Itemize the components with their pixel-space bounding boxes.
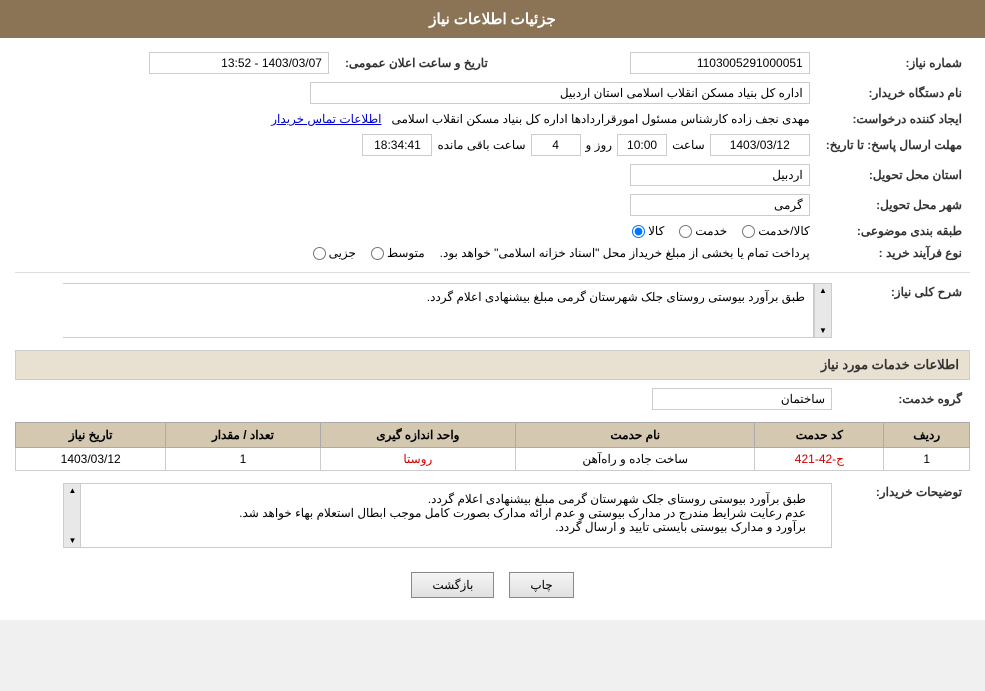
col-header-code: کد حدمت bbox=[755, 423, 884, 448]
purchase-type-jozi-input[interactable] bbox=[313, 247, 326, 260]
comment-scroll-up-icon[interactable]: ▲ bbox=[69, 486, 77, 495]
city-value: گرمی bbox=[630, 194, 810, 216]
service-group-value: ساختمان bbox=[652, 388, 832, 410]
description-scrollbar[interactable]: ▲ ▼ bbox=[814, 283, 832, 338]
button-row: چاپ بازگشت bbox=[15, 560, 970, 610]
col-header-row: ردیف bbox=[884, 423, 970, 448]
category-kala-label: کالا bbox=[648, 224, 664, 238]
purchase-type-motavaset-input[interactable] bbox=[371, 247, 384, 260]
category-radio-khadamat-input[interactable] bbox=[679, 225, 692, 238]
description-table: شرح کلی نیاز: ▲ ▼ طبق برآورد بیوستی روست… bbox=[15, 279, 970, 342]
col-header-name: نام حدمت bbox=[516, 423, 755, 448]
cell-date: 1403/03/12 bbox=[16, 448, 166, 471]
services-section-header: اطلاعات خدمات مورد نیاز bbox=[15, 350, 970, 380]
cell-quantity: 1 bbox=[166, 448, 320, 471]
purchase-type-jozi[interactable]: جزیی bbox=[313, 246, 356, 260]
scroll-up-icon[interactable]: ▲ bbox=[819, 286, 827, 295]
category-label: طبقه بندی موضوعی: bbox=[818, 220, 970, 242]
col-header-unit: واحد اندازه گیری bbox=[320, 423, 516, 448]
table-row: 1 ج-42-421 ساخت جاده و راه‌آهن روستا 1 1… bbox=[16, 448, 970, 471]
purchase-type-group: پرداخت تمام یا بخشی از مبلغ خریداز محل "… bbox=[23, 246, 810, 260]
cell-name: ساخت جاده و راه‌آهن bbox=[516, 448, 755, 471]
comment-scrollbar[interactable]: ▲ ▼ bbox=[63, 483, 81, 548]
deadline-time: 10:00 bbox=[617, 134, 667, 156]
category-radio-khadamat[interactable]: خدمت bbox=[679, 224, 727, 238]
description-value: طبق برآورد بیوستی روستای جلک شهرستان گرم… bbox=[63, 283, 814, 338]
purchase-type-jozi-label: جزیی bbox=[329, 246, 356, 260]
deadline-label: مهلت ارسال پاسخ: تا تاریخ: bbox=[818, 130, 970, 160]
category-radio-group: کالا/خدمت خدمت کالا bbox=[23, 224, 810, 238]
publish-label: تاریخ و ساعت اعلان عمومی: bbox=[337, 48, 496, 78]
service-group-label: گروه خدمت: bbox=[840, 384, 970, 414]
category-kala-khadamat-label: کالا/خدمت bbox=[758, 224, 809, 238]
back-button[interactable]: بازگشت bbox=[411, 572, 494, 598]
creator-contact-link[interactable]: اطلاعات تماس خریدار bbox=[271, 112, 381, 126]
main-content: شماره نیاز: 1103005291000051 تاریخ و ساع… bbox=[0, 38, 985, 620]
deadline-remaining-label: ساعت باقی مانده bbox=[437, 138, 525, 152]
deadline-day: 4 bbox=[531, 134, 581, 156]
buyer-comment-label: توضیحات خریدار: bbox=[840, 479, 970, 552]
deadline-time-label: ساعت bbox=[672, 138, 705, 152]
separator-1 bbox=[15, 272, 970, 273]
description-label: شرح کلی نیاز: bbox=[840, 279, 970, 342]
purchase-type-motavaset-label: متوسط bbox=[387, 246, 425, 260]
scroll-down-icon[interactable]: ▼ bbox=[819, 326, 827, 335]
purchase-type-label: نوع فرآیند خرید : bbox=[818, 242, 970, 264]
info-table: شماره نیاز: 1103005291000051 تاریخ و ساع… bbox=[15, 48, 970, 264]
purchase-type-note: پرداخت تمام یا بخشی از مبلغ خریداز محل "… bbox=[440, 246, 810, 260]
province-label: استان محل تحویل: bbox=[818, 160, 970, 190]
category-radio-kala-khadamat[interactable]: کالا/خدمت bbox=[742, 224, 809, 238]
province-value: اردبیل bbox=[630, 164, 810, 186]
services-table: ردیف کد حدمت نام حدمت واحد اندازه گیری ت… bbox=[15, 422, 970, 471]
buyer-comment-table: توضیحات خریدار: طبق برآورد بیوستی روستای… bbox=[15, 479, 970, 552]
purchase-type-motavaset[interactable]: متوسط bbox=[371, 246, 425, 260]
creator-value: مهدی نجف زاده کارشناس مسئول امورقرارداده… bbox=[392, 112, 810, 126]
deadline-remaining: 18:34:41 bbox=[362, 134, 432, 156]
page-title: جزئیات اطلاعات نیاز bbox=[0, 0, 985, 38]
category-radio-kala[interactable]: کالا bbox=[632, 224, 664, 238]
page-container: جزئیات اطلاعات نیاز شماره نیاز: 11030052… bbox=[0, 0, 985, 620]
deadline-row: 1403/03/12 ساعت 10:00 روز و 4 ساعت باقی … bbox=[23, 134, 810, 156]
need-number-label: شماره نیاز: bbox=[818, 48, 970, 78]
city-label: شهر محل تحویل: bbox=[818, 190, 970, 220]
category-radio-kala-khadamat-input[interactable] bbox=[742, 225, 755, 238]
buyer-comment-value: طبق برآورد بیوستی روستای جلک شهرستان گرم… bbox=[63, 483, 832, 548]
cell-unit: روستا bbox=[320, 448, 516, 471]
service-group-table: گروه خدمت: ساختمان bbox=[15, 384, 970, 414]
col-header-quantity: تعداد / مقدار bbox=[166, 423, 320, 448]
publish-value: 1403/03/07 - 13:52 bbox=[149, 52, 329, 74]
creator-label: ایجاد کننده درخواست: bbox=[818, 108, 970, 130]
org-name-label: نام دستگاه خریدار: bbox=[818, 78, 970, 108]
category-khadamat-label: خدمت bbox=[695, 224, 727, 238]
category-radio-kala-input[interactable] bbox=[632, 225, 645, 238]
comment-scroll-down-icon[interactable]: ▼ bbox=[69, 536, 77, 545]
cell-row: 1 bbox=[884, 448, 970, 471]
description-container: ▲ ▼ طبق برآورد بیوستی روستای جلک شهرستان… bbox=[63, 283, 832, 338]
print-button[interactable]: چاپ bbox=[509, 572, 573, 598]
col-header-date: تاریخ نیاز bbox=[16, 423, 166, 448]
need-number-value: 1103005291000051 bbox=[630, 52, 810, 74]
deadline-day-label: روز و bbox=[586, 138, 613, 152]
deadline-date: 1403/03/12 bbox=[710, 134, 810, 156]
buyer-comment-container: طبق برآورد بیوستی روستای جلک شهرستان گرم… bbox=[63, 483, 832, 548]
cell-code: ج-42-421 bbox=[755, 448, 884, 471]
org-name-value: اداره کل بنیاد مسکن انقلاب اسلامی استان … bbox=[310, 82, 810, 104]
